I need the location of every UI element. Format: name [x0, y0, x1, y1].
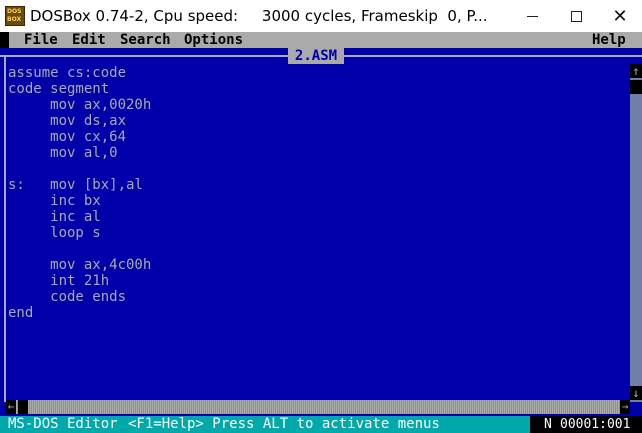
scroll-right-arrow-icon[interactable]: → [620, 400, 630, 414]
code-text-area[interactable]: assume cs:code code segment mov ax,0020h… [8, 65, 151, 321]
status-app-name: MS-DOS Editor [8, 416, 118, 432]
menu-bar: File Edit Search Options Help [0, 32, 642, 48]
editor-frame-left [4, 56, 6, 402]
window-title-bar[interactable]: DOS BOX DOSBox 0.74-2, Cpu speed: 3000 c… [0, 0, 642, 32]
scroll-up-arrow-icon[interactable]: ↑ [630, 64, 642, 78]
vertical-scrollbar-track[interactable] [630, 64, 642, 402]
horizontal-scrollbar-track[interactable] [6, 400, 630, 414]
vertical-scrollbar-thumb[interactable] [630, 80, 642, 94]
file-name-tab: 2.ASM [288, 48, 344, 64]
close-button[interactable]: ✕ [598, 0, 642, 32]
app-icon-label-bottom: BOX [7, 16, 22, 23]
app-icon-label-top: DOS [7, 8, 22, 15]
minimize-button[interactable] [510, 0, 554, 32]
menu-options[interactable]: Options [184, 32, 243, 48]
maximize-button[interactable] [554, 0, 598, 32]
status-position-box: N 00001:001 [530, 416, 642, 433]
status-mode: N [544, 417, 552, 432]
status-bar: MS-DOS Editor <F1=Help> Press ALT to act… [0, 416, 642, 433]
menu-search[interactable]: Search [120, 32, 171, 48]
scroll-left-arrow-icon[interactable]: ← [6, 400, 16, 414]
dosbox-app-icon: DOS BOX [5, 6, 25, 26]
editor-window: 2.ASM assume cs:code code segment mov ax… [0, 48, 642, 416]
cursor-position: 00001:001 [560, 417, 631, 432]
minimize-icon [526, 15, 538, 17]
menu-file[interactable]: File [24, 32, 58, 48]
horizontal-scrollbar-thumb[interactable] [18, 400, 28, 414]
close-icon: ✕ [612, 5, 628, 27]
maximize-icon [570, 10, 582, 22]
status-hint: <F1=Help> Press ALT to activate menus [128, 416, 440, 432]
menu-bar-corner [0, 32, 9, 48]
menu-edit[interactable]: Edit [72, 32, 106, 48]
window-title: DOSBox 0.74-2, Cpu speed: 3000 cycles, F… [30, 7, 488, 25]
menu-help[interactable]: Help [592, 32, 626, 48]
scroll-down-arrow-icon[interactable]: ↓ [630, 386, 642, 400]
